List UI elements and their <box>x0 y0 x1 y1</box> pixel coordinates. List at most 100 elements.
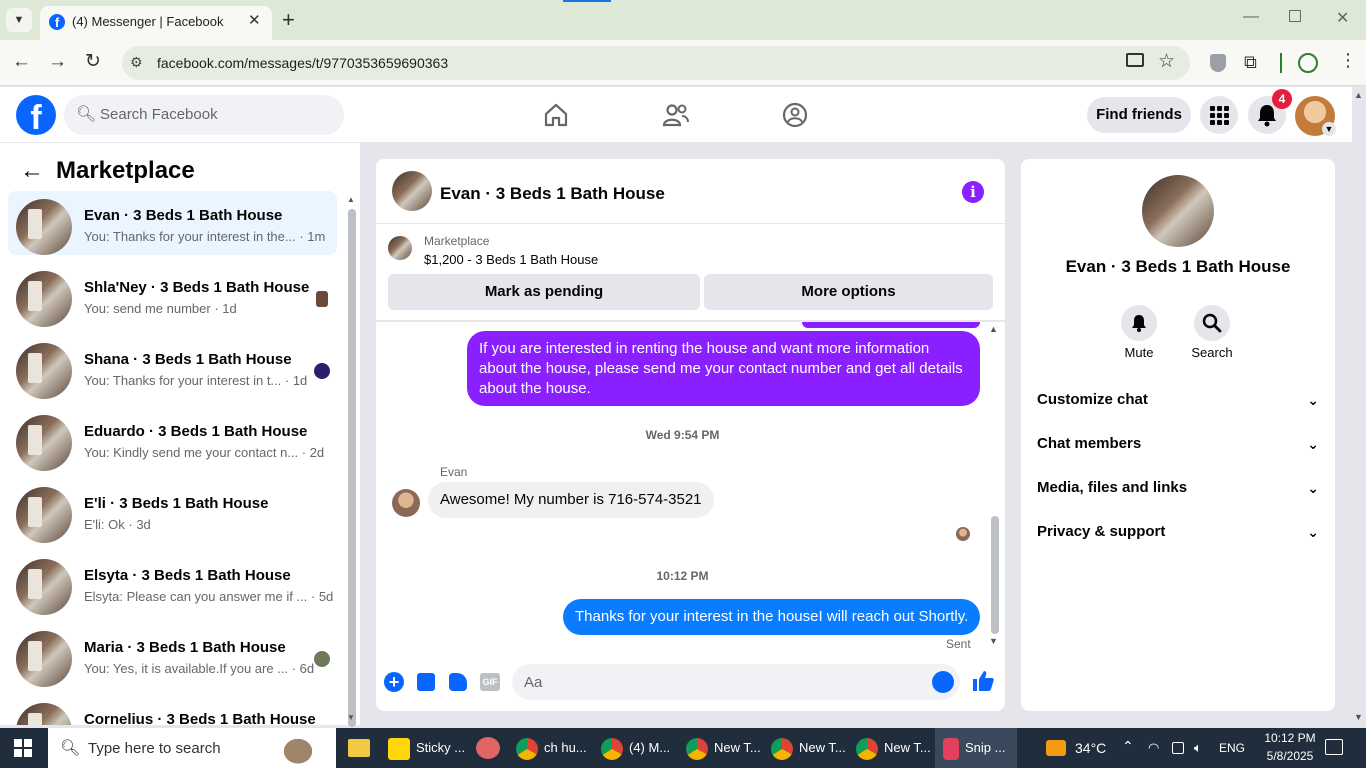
taskbar-app-chrome[interactable]: (4) M... <box>601 728 670 768</box>
outgoing-message-bubble[interactable]: Thanks for your interest in the houseI w… <box>563 599 980 635</box>
home-nav-icon[interactable] <box>543 102 569 128</box>
chrome-icon <box>601 737 623 760</box>
like-thumbs-up-icon[interactable] <box>971 669 995 693</box>
tab-close-icon[interactable]: ✕ <box>248 11 261 29</box>
taskbar-app-chrome[interactable]: ch hu... <box>516 728 587 768</box>
input-language[interactable]: ENG <box>1219 741 1245 755</box>
section-label: Customize chat <box>1037 391 1148 408</box>
back-icon[interactable]: ← <box>12 51 31 73</box>
file-explorer-icon[interactable] <box>348 739 370 757</box>
sender-avatar[interactable] <box>392 489 420 517</box>
account-chevron-icon[interactable]: ▼ <box>1322 122 1336 136</box>
taskbar-search-box[interactable]: 🔍︎ Type here to search <box>48 728 336 768</box>
chat-header-thumbnail[interactable] <box>392 171 432 211</box>
customize-chat-section[interactable]: Customize chat ⌄ <box>1037 382 1319 418</box>
back-arrow-icon[interactable]: ← <box>20 157 44 185</box>
conversation-item[interactable]: Shla'Ney · 3 Beds 1 Bath House You: send… <box>8 263 337 327</box>
extensions-puzzle-icon[interactable]: ⧉ <box>1244 52 1257 73</box>
bookmark-star-icon[interactable]: ☆ <box>1158 50 1175 73</box>
taskbar-app-icon[interactable] <box>476 737 500 759</box>
clock-time[interactable]: 10:12 PM <box>1258 731 1322 745</box>
info-name: Evan · 3 Beds 1 Bath House <box>1065 257 1291 276</box>
taskbar-app-chrome[interactable]: New T... <box>856 728 931 768</box>
browser-tab-active[interactable]: f (4) Messenger | Facebook ✕ <box>40 6 272 40</box>
clock-date[interactable]: 5/8/2025 <box>1258 749 1322 763</box>
page-scrollbar-down-arrow[interactable]: ▼ <box>1354 712 1363 722</box>
listing-thumbnail[interactable] <box>388 236 412 260</box>
info-listing-thumbnail[interactable] <box>1142 175 1214 247</box>
message-input[interactable]: Aa <box>512 664 960 700</box>
photo-attach-icon[interactable] <box>417 673 435 691</box>
browser-menu-icon[interactable]: ⋮ <box>1339 50 1357 71</box>
sidebar-scroll-down-arrow[interactable]: ▼ <box>347 713 355 722</box>
conversation-item[interactable]: E'li · 3 Beds 1 Bath House E'li: Ok · 3d <box>8 479 337 543</box>
menu-grid-icon[interactable] <box>1200 96 1238 134</box>
reload-icon[interactable]: ↻ <box>85 50 101 73</box>
mute-button[interactable] <box>1121 305 1157 341</box>
add-more-icon[interactable]: + <box>384 672 404 692</box>
sidebar-scrollbar-track[interactable] <box>346 195 356 727</box>
conversation-item[interactable]: Cornelius · 3 Beds 1 Bath House <box>8 695 337 725</box>
friends-nav-icon[interactable] <box>662 102 690 128</box>
chat-scroll-down-arrow[interactable]: ▼ <box>989 636 998 646</box>
taskbar-app-label: (4) M... <box>629 740 671 755</box>
taskbar-app-chrome[interactable]: New T... <box>686 728 761 768</box>
conversation-info-icon[interactable]: i <box>962 181 984 203</box>
site-info-icon[interactable]: ⚙ <box>130 54 143 71</box>
shield-extension-icon[interactable] <box>1210 54 1226 72</box>
taskbar-app-sticky-notes[interactable]: Sticky ... <box>388 728 465 768</box>
notification-count-badge: 4 <box>1272 89 1292 109</box>
profile-icon[interactable] <box>1298 53 1318 73</box>
facebook-logo-icon[interactable]: f <box>16 95 56 135</box>
more-options-button[interactable]: More options <box>704 274 993 310</box>
search-in-conversation-button[interactable] <box>1194 305 1230 341</box>
weather-icon[interactable] <box>1046 740 1066 756</box>
emoji-icon[interactable] <box>932 671 954 693</box>
privacy-support-section[interactable]: Privacy & support ⌄ <box>1037 514 1319 550</box>
sidebar-scrollbar-thumb[interactable] <box>348 209 356 727</box>
find-friends-button[interactable]: Find friends <box>1087 97 1191 133</box>
window-restore-icon[interactable] <box>1289 10 1301 22</box>
facebook-search-box[interactable]: 🔍︎ Search Facebook <box>64 95 344 135</box>
sticker-icon[interactable] <box>449 673 467 691</box>
address-bar[interactable]: ⚙ facebook.com/messages/t/97703536596903… <box>122 46 1190 80</box>
new-tab-button[interactable]: + <box>282 7 295 33</box>
groups-nav-icon[interactable] <box>782 102 808 128</box>
chat-members-section[interactable]: Chat members ⌄ <box>1037 426 1319 462</box>
volume-icon[interactable]: 🔈︎ <box>1194 740 1202 756</box>
taskbar-app-label: New T... <box>884 740 931 755</box>
window-minimize-icon[interactable]: — <box>1243 8 1259 26</box>
windows-start-icon[interactable] <box>14 739 32 757</box>
window-close-icon[interactable]: ✕ <box>1336 8 1349 28</box>
chat-header-title[interactable]: Evan · 3 Beds 1 Bath House <box>440 184 665 204</box>
url-text[interactable]: facebook.com/messages/t/9770353659690363 <box>157 55 448 71</box>
sidebar-scroll-up-arrow[interactable]: ▲ <box>347 195 355 204</box>
message-input-placeholder: Aa <box>524 674 543 691</box>
conversation-item[interactable]: Evan · 3 Beds 1 Bath House You: Thanks f… <box>8 191 337 255</box>
weather-temperature[interactable]: 34°C <box>1075 740 1106 756</box>
battery-icon[interactable] <box>1172 742 1184 754</box>
taskbar-app-chrome[interactable]: New T... <box>771 728 846 768</box>
tab-search-button[interactable]: ▼ <box>6 8 32 32</box>
taskbar-app-snipping-tool[interactable]: Snip ... <box>935 728 1017 768</box>
chat-scroll-up-arrow[interactable]: ▲ <box>989 324 998 334</box>
chat-scrollbar-thumb[interactable] <box>991 516 999 634</box>
show-hidden-icons-chevron-icon[interactable]: ⌃ <box>1122 738 1134 755</box>
incoming-message-bubble[interactable]: Awesome! My number is 716-574-3521 <box>428 482 714 518</box>
page-scrollbar-up-arrow[interactable]: ▲ <box>1354 90 1363 100</box>
conversation-item[interactable]: Eduardo · 3 Beds 1 Bath House You: Kindl… <box>8 407 337 471</box>
conversation-item[interactable]: Maria · 3 Beds 1 Bath House You: Yes, it… <box>8 623 337 687</box>
mark-as-pending-button[interactable]: Mark as pending <box>388 274 700 310</box>
conversation-name: Shla'Ney · 3 Beds 1 Bath House <box>84 279 310 296</box>
install-app-icon[interactable] <box>1126 53 1144 67</box>
listing-title[interactable]: $1,200 - 3 Beds 1 Bath House <box>424 252 598 267</box>
taskbar-app-label: New T... <box>799 740 846 755</box>
network-icon[interactable]: ◠ <box>1148 740 1159 756</box>
outgoing-message-bubble[interactable]: If you are interested in renting the hou… <box>467 331 980 406</box>
media-files-links-section[interactable]: Media, files and links ⌄ <box>1037 470 1319 506</box>
conversation-item[interactable]: Shana · 3 Beds 1 Bath House You: Thanks … <box>8 335 337 399</box>
gif-icon[interactable]: GIF <box>480 673 500 691</box>
notification-center-icon[interactable] <box>1325 739 1343 755</box>
conversation-item[interactable]: Elsyta · 3 Beds 1 Bath House Elsyta: Ple… <box>8 551 337 615</box>
forward-icon[interactable]: → <box>48 51 67 73</box>
